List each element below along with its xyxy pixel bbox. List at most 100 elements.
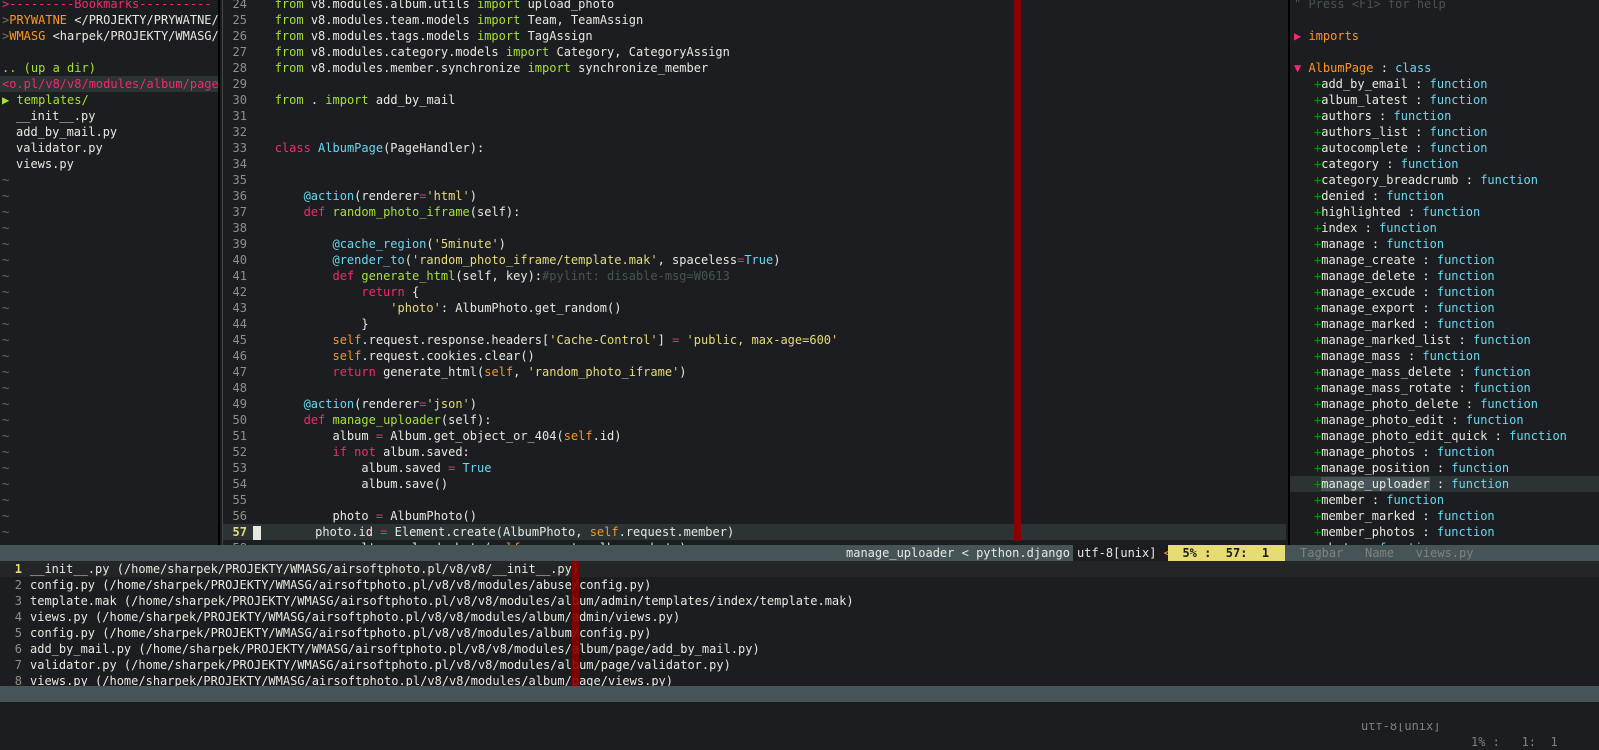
code-text[interactable]: if not album.saved: <box>253 444 1286 460</box>
code-line[interactable]: 36 @action(renderer='html') <box>222 188 1286 204</box>
code-text[interactable]: from v8.modules.category.models import C… <box>253 44 1286 60</box>
tree-file-item[interactable]: validator.py <box>0 140 220 156</box>
code-text[interactable]: return generate_html(self, 'random_photo… <box>253 364 1286 380</box>
mru-entry[interactable]: 7 validator.py (/home/sharpek/PROJEKTY/WM… <box>0 657 1599 673</box>
code-line[interactable]: 39 @cache_region('5minute') <box>222 236 1286 252</box>
tagbar-member[interactable]: +add_by_email : function <box>1290 76 1599 92</box>
code-line[interactable]: 33 class AlbumPage(PageHandler): <box>222 140 1286 156</box>
tree-file-item[interactable]: __init__.py <box>0 108 220 124</box>
tree-dir-item[interactable]: ▶ templates/ <box>0 92 220 108</box>
code-text[interactable] <box>253 172 1286 188</box>
tagbar-member[interactable]: +manage_position : function <box>1290 460 1599 476</box>
tagbar-member[interactable]: +category : function <box>1290 156 1599 172</box>
tagbar-member[interactable]: +denied : function <box>1290 188 1599 204</box>
tagbar-imports[interactable]: ▶ imports <box>1290 28 1599 44</box>
code-line[interactable]: 49 @action(renderer='json') <box>222 396 1286 412</box>
code-text[interactable]: photo = AlbumPhoto() <box>253 508 1286 524</box>
code-line[interactable]: 34 <box>222 156 1286 172</box>
tagbar-member[interactable]: +manage_mass_rotate : function <box>1290 380 1599 396</box>
code-text[interactable]: album.saved = True <box>253 460 1286 476</box>
tagbar-member[interactable]: +manage_marked_list : function <box>1290 332 1599 348</box>
code-line[interactable]: 50 def manage_uploader(self): <box>222 412 1286 428</box>
mru-entry[interactable]: 1 __init__.py (/home/sharpek/PROJEKTY/WMA… <box>0 561 1599 577</box>
tagbar-pane[interactable]: " Press <F1> for help ▶ imports ▼ AlbumP… <box>1288 0 1599 554</box>
tagbar-member[interactable]: +manage_photo_edit : function <box>1290 412 1599 428</box>
code-line[interactable]: 46 self.request.cookies.clear() <box>222 348 1286 364</box>
code-line[interactable]: 27 from v8.modules.category.models impor… <box>222 44 1286 60</box>
tagbar-member[interactable]: +manage : function <box>1290 236 1599 252</box>
code-text[interactable] <box>253 492 1286 508</box>
code-line[interactable]: 40 @render_to('random_photo_iframe/templ… <box>222 252 1286 268</box>
up-dir-link[interactable]: .. (up a dir) <box>0 60 220 76</box>
code-line[interactable]: 55 <box>222 492 1286 508</box>
code-line[interactable]: 25 from v8.modules.team.models import Te… <box>222 12 1286 28</box>
code-line[interactable]: 42 return { <box>222 284 1286 300</box>
tagbar-member[interactable]: +autocomplete : function <box>1290 140 1599 156</box>
vertical-split-nerd[interactable] <box>218 0 220 545</box>
bookmark-item[interactable]: >WMASG <harpek/PROJEKTY/WMASG/ <box>0 28 220 44</box>
code-text[interactable]: @action(renderer='html') <box>253 188 1286 204</box>
code-line[interactable]: 51 album = Album.get_object_or_404(self.… <box>222 428 1286 444</box>
tagbar-class[interactable]: ▼ AlbumPage : class <box>1290 60 1599 76</box>
nerdtree-pane[interactable]: >---------Bookmarks---------- >PRYWATNE … <box>0 0 220 555</box>
code-text[interactable] <box>253 76 1286 92</box>
code-text[interactable]: def random_photo_iframe(self): <box>253 204 1286 220</box>
code-text[interactable]: from . import add_by_mail <box>253 92 1286 108</box>
code-line[interactable]: 43 'photo': AlbumPhoto.get_random() <box>222 300 1286 316</box>
code-text[interactable]: self.request.response.headers['Cache-Con… <box>253 332 1286 348</box>
code-line[interactable]: 26 from v8.modules.tags.models import Ta… <box>222 28 1286 44</box>
tagbar-member[interactable]: +manage_delete : function <box>1290 268 1599 284</box>
code-line[interactable]: 24 from v8.modules.album.utils import up… <box>222 0 1286 12</box>
tagbar-member[interactable]: +member_photos : function <box>1290 524 1599 540</box>
code-text[interactable]: class AlbumPage(PageHandler): <box>253 140 1286 156</box>
tagbar-member[interactable]: +member : function <box>1290 492 1599 508</box>
code-text[interactable] <box>253 380 1286 396</box>
code-text[interactable]: album.save() <box>253 476 1286 492</box>
tagbar-member[interactable]: +authors_list : function <box>1290 124 1599 140</box>
code-text[interactable]: self.request.cookies.clear() <box>253 348 1286 364</box>
code-text[interactable]: from v8.modules.album.utils import uploa… <box>253 0 1286 12</box>
code-text[interactable]: from v8.modules.tags.models import TagAs… <box>253 28 1286 44</box>
tagbar-member[interactable]: +manage_mass : function <box>1290 348 1599 364</box>
tagbar-member[interactable]: +manage_photo_edit_quick : function <box>1290 428 1599 444</box>
code-line[interactable]: 30 from . import add_by_mail <box>222 92 1286 108</box>
code-text[interactable]: @action(renderer='json') <box>253 396 1286 412</box>
code-text[interactable]: from v8.modules.team.models import Team,… <box>253 12 1286 28</box>
tagbar-member[interactable]: +index : function <box>1290 220 1599 236</box>
code-text[interactable] <box>253 220 1286 236</box>
mru-entry[interactable]: 6 add_by_mail.py (/home/sharpek/PROJEKTY/… <box>0 641 1599 657</box>
tree-file-item[interactable]: add_by_mail.py <box>0 124 220 140</box>
code-text[interactable]: @render_to('random_photo_iframe/template… <box>253 252 1286 268</box>
code-line[interactable]: 28 from v8.modules.member.synchronize im… <box>222 60 1286 76</box>
code-text[interactable] <box>253 108 1286 124</box>
code-text[interactable]: def generate_html(self, key):#pylint: di… <box>253 268 1286 284</box>
code-text[interactable]: return { <box>253 284 1286 300</box>
code-line[interactable]: 38 <box>222 220 1286 236</box>
code-line[interactable]: 29 <box>222 76 1286 92</box>
code-text[interactable]: album = Album.get_object_or_404(self.id) <box>253 428 1286 444</box>
code-text[interactable]: @cache_region('5minute') <box>253 236 1286 252</box>
code-editor[interactable]: 24 from v8.modules.album.utils import up… <box>222 0 1286 554</box>
mru-window[interactable]: 1 __init__.py (/home/sharpek/PROJEKTY/WMA… <box>0 561 1599 686</box>
code-line[interactable]: 48 <box>222 380 1286 396</box>
bookmark-item[interactable]: >PRYWATNE </PROJEKTY/PRYWATNE/ <box>0 12 220 28</box>
code-line[interactable]: 32 <box>222 124 1286 140</box>
code-line[interactable]: 53 album.saved = True <box>222 460 1286 476</box>
tagbar-member[interactable]: +manage_export : function <box>1290 300 1599 316</box>
tree-file-item[interactable]: views.py <box>0 156 220 172</box>
tagbar-member[interactable]: +manage_excude : function <box>1290 284 1599 300</box>
tagbar-member[interactable]: +highlighted : function <box>1290 204 1599 220</box>
code-line[interactable]: 44 } <box>222 316 1286 332</box>
tagbar-member[interactable]: +category_breadcrumb : function <box>1290 172 1599 188</box>
code-line[interactable]: 56 photo = AlbumPhoto() <box>222 508 1286 524</box>
code-text[interactable]: photo.id = Element.create(AlbumPhoto, se… <box>253 524 1286 540</box>
code-line[interactable]: 31 <box>222 108 1286 124</box>
tagbar-member[interactable]: +album_latest : function <box>1290 92 1599 108</box>
tagbar-member[interactable]: +manage_mass_delete : function <box>1290 364 1599 380</box>
code-text[interactable]: 'photo': AlbumPhoto.get_random() <box>253 300 1286 316</box>
code-text[interactable]: } <box>253 316 1286 332</box>
tagbar-member[interactable]: +manage_photos : function <box>1290 444 1599 460</box>
code-line[interactable]: 45 self.request.response.headers['Cache-… <box>222 332 1286 348</box>
code-line[interactable]: 37 def random_photo_iframe(self): <box>222 204 1286 220</box>
tagbar-member[interactable]: +manage_marked : function <box>1290 316 1599 332</box>
